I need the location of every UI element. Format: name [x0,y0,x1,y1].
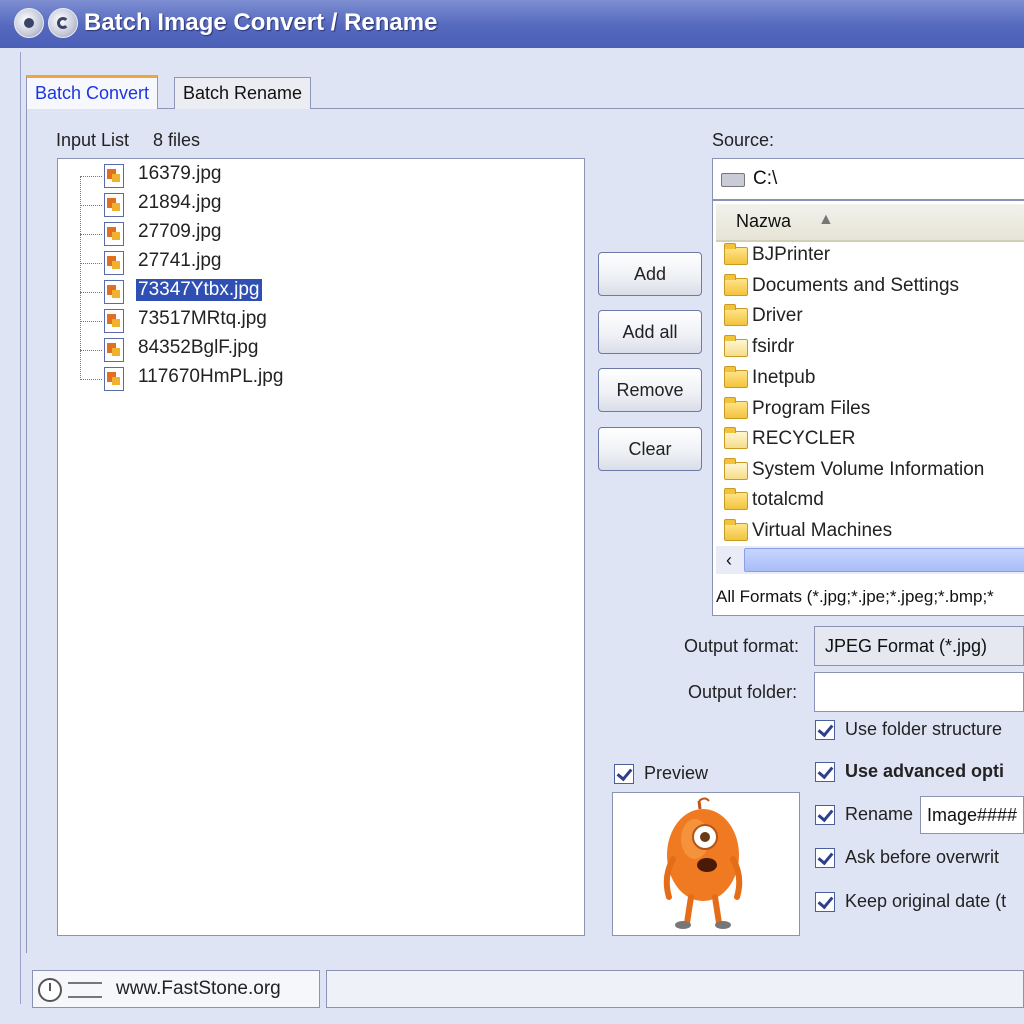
file-name: 84352BglF.jpg [138,337,259,358]
image-file-icon [104,309,124,333]
input-file-list[interactable] [57,158,585,936]
checkbox-label: Use folder structure [845,719,1003,739]
file-name: 16379.jpg [138,163,222,184]
file-name: 117670HmPL.jpg [138,366,284,387]
app-window: Batch Image Convert / Rename Batch Conve… [0,0,1024,1024]
column-header-name[interactable]: Nazwa ▲ [716,204,1024,242]
folder-icon [724,427,748,449]
folder-name: Documents and Settings [752,275,960,296]
folder-name: Program Files [752,398,871,419]
refresh-icon[interactable] [48,8,78,38]
checkbox-label: Rename [845,804,914,824]
speed-lines-icon [68,982,102,998]
title-bar[interactable]: Batch Image Convert / Rename [0,0,1024,48]
checkbox[interactable] [815,848,835,868]
checkbox[interactable] [614,764,634,784]
folder-name: Driver [752,305,803,326]
folder-name: Inetpub [752,367,816,388]
file-name: 21894.jpg [138,192,222,213]
output-folder-input[interactable] [814,672,1024,712]
scroll-left-icon[interactable]: ‹ [716,546,742,574]
folder-icon [724,274,748,296]
source-path-combo[interactable]: C:\ [712,158,1024,200]
file-count: 8 files [153,130,201,150]
source-path: C:\ [753,168,778,189]
file-name: 27741.jpg [138,250,222,271]
tab-batch-rename[interactable]: Batch Rename [174,77,312,109]
preview-image [663,797,743,929]
folder-icon [724,458,748,480]
folder-name: System Volume Information [752,459,985,480]
folder-name: fsirdr [752,336,795,357]
checkbox-label: Use advanced opti [845,761,1005,781]
add-all-button[interactable]: Add all [598,310,702,354]
checkbox[interactable] [815,805,835,825]
folder-icon [724,519,748,541]
output-format-label: Output format: [684,636,800,656]
checkbox[interactable] [815,892,835,912]
add-button[interactable]: Add [598,252,702,296]
file-type-filter[interactable]: All Formats (*.jpg;*.jpe;*.jpeg;*.bmp;* [716,580,1024,614]
file-name: 73517MRtq.jpg [138,308,267,329]
image-file-icon [104,251,124,275]
website-link[interactable]: www.FastStone.org [116,978,281,1000]
checkbox-label: Ask before overwrit [845,847,1000,867]
source-label: Source: [712,130,775,150]
column-header-label: Nazwa [736,211,792,231]
preview-panel [612,792,800,936]
output-format-select[interactable]: JPEG Format (*.jpg) [814,626,1024,666]
output-folder-label: Output folder: [688,682,798,702]
remove-button[interactable]: Remove [598,368,702,412]
image-file-icon [104,193,124,217]
window-title: Batch Image Convert / Rename [84,9,438,36]
tab-batch-convert[interactable]: Batch Convert [26,75,159,109]
horizontal-scrollbar[interactable]: ‹ [716,546,1024,574]
app-menu-icon[interactable] [14,8,44,38]
image-file-icon [104,280,124,304]
folder-icon [724,397,748,419]
image-file-icon [104,367,124,391]
folder-icon [724,304,748,326]
file-name: 73347Ytbx.jpg [135,278,263,302]
checkbox[interactable] [815,762,835,782]
file-name: 27709.jpg [138,221,222,242]
input-list-label: Input List [56,130,130,150]
status-cell-progress [326,970,1024,1008]
checkbox-label: Keep original date (t [845,891,1007,911]
folder-name: totalcmd [752,489,824,510]
image-file-icon [104,338,124,362]
image-file-icon [104,164,124,188]
folder-name: RECYCLER [752,428,856,449]
clear-button[interactable]: Clear [598,427,702,471]
image-file-icon [104,222,124,246]
checkbox-label: Preview [644,763,709,783]
stopwatch-icon [38,978,62,1002]
folder-icon [724,243,748,265]
sort-ascending-icon: ▲ [818,211,834,228]
drive-icon [721,173,745,187]
scrollbar-thumb[interactable] [744,548,1024,572]
folder-icon [724,366,748,388]
folder-icon [724,488,748,510]
folder-name: Virtual Machines [752,520,893,541]
checkbox[interactable] [815,720,835,740]
folder-icon [724,335,748,357]
folder-name: BJPrinter [752,244,831,265]
rename-pattern-input[interactable]: Image#### [920,796,1024,834]
